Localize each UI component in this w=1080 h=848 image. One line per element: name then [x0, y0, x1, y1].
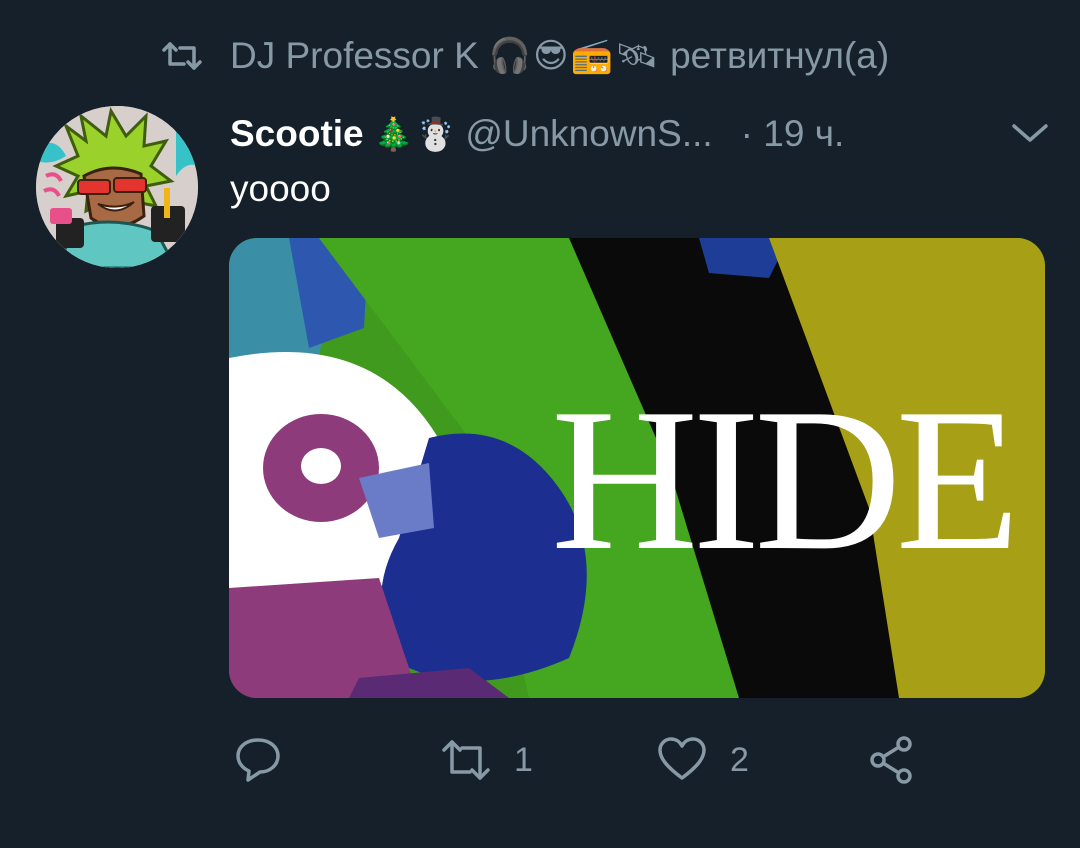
tweet-timestamp[interactable]: · 19 ч. [741, 113, 845, 155]
retweet-icon [442, 740, 490, 780]
media-artwork: HIDE [229, 238, 1045, 698]
christmas-tree-emoji: 🎄 [373, 116, 414, 152]
like-button[interactable]: 2 [656, 730, 749, 790]
satellite-emoji: 🛰 [614, 37, 659, 75]
reply-button[interactable] [232, 730, 306, 790]
user-handle[interactable]: @UnknownS... [465, 113, 712, 155]
radio-emoji: 📻 [570, 37, 613, 75]
headphones-emoji: 🎧 [488, 37, 532, 75]
tweet-header: Scootie 🎄 ☃️ @UnknownS... · 19 ч. [230, 106, 1050, 162]
avatar-illustration [36, 106, 198, 268]
retweet-button[interactable]: 1 [440, 730, 533, 790]
avatar[interactable] [36, 106, 198, 268]
name-emojis: 🎄 ☃️ [374, 115, 456, 153]
display-name[interactable]: Scootie [230, 113, 364, 155]
retweeter-emojis: 🎧 😎 📻 🛰 [489, 36, 658, 76]
heart-icon [658, 737, 706, 780]
tweet-media-image[interactable]: HIDE [229, 238, 1045, 698]
share-icon [870, 736, 912, 784]
sunglasses-emoji: 😎 [533, 37, 569, 75]
retweet-label: ретвитнул(а) [670, 35, 890, 76]
tweet-actions: 1 2 [230, 730, 930, 790]
retweeter-name[interactable]: DJ Professor K [230, 35, 479, 77]
retweet-context[interactable]: DJ Professor K 🎧 😎 📻 🛰 ретвитнул(а) [160, 28, 889, 84]
retweet-count: 1 [514, 740, 533, 779]
chevron-down-icon[interactable] [1010, 116, 1050, 150]
like-count: 2 [730, 740, 749, 779]
share-button[interactable] [866, 730, 918, 790]
media-caption-text: HIDE [551, 367, 1014, 593]
tweet-text: yoooo [230, 168, 331, 209]
retweet-icon [162, 42, 202, 70]
reply-icon [236, 738, 280, 782]
snowman-emoji: ☃️ [415, 116, 456, 152]
